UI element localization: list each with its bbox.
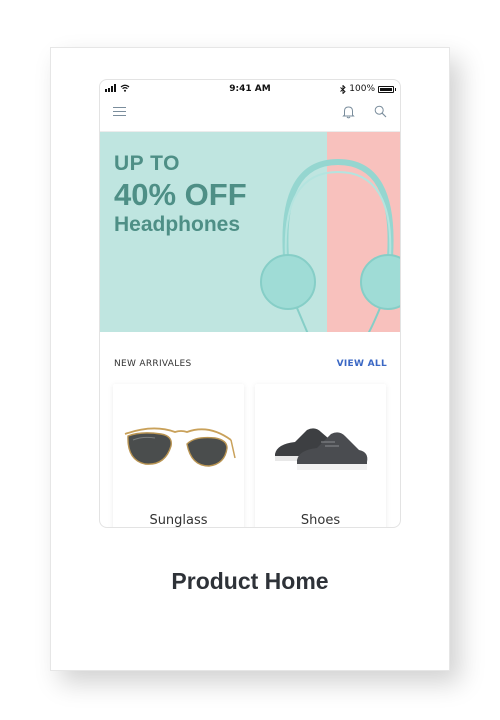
headphones-image xyxy=(260,158,400,332)
banner-line-1: UP TO xyxy=(114,152,180,175)
status-bar: 9:41 AM 100% xyxy=(100,80,400,100)
bell-icon[interactable] xyxy=(342,105,355,119)
product-card-sunglass[interactable]: Sunglass xyxy=(113,384,244,528)
sunglasses-image xyxy=(124,427,236,467)
menu-icon[interactable] xyxy=(113,107,126,117)
status-right: 100% xyxy=(340,84,396,94)
promo-banner[interactable]: UP TO 40% OFF Headphones xyxy=(100,132,400,332)
battery-icon xyxy=(378,85,396,93)
product-card-shoes[interactable]: Shoes xyxy=(255,384,386,528)
bluetooth-icon xyxy=(340,84,346,94)
banner-product: Headphones xyxy=(114,213,241,236)
product-name: Shoes xyxy=(300,513,341,528)
banner-headline: UP TO 40% OFF Headphones xyxy=(114,152,247,238)
sneakers-image xyxy=(275,428,368,470)
section-title: NEW ARRIVALES xyxy=(114,359,192,369)
phone-screen: 9:41 AM 100% UP TO 40% OFF Headphones NE… xyxy=(99,79,401,528)
battery-percent: 100% xyxy=(349,84,375,94)
view-all-link[interactable]: VIEW ALL xyxy=(337,359,387,369)
screen-caption: Product Home xyxy=(171,568,329,594)
product-name: Sunglass xyxy=(149,513,208,528)
banner-discount: 40% OFF xyxy=(114,177,247,212)
search-icon[interactable] xyxy=(374,105,387,118)
app-navbar xyxy=(100,100,400,132)
